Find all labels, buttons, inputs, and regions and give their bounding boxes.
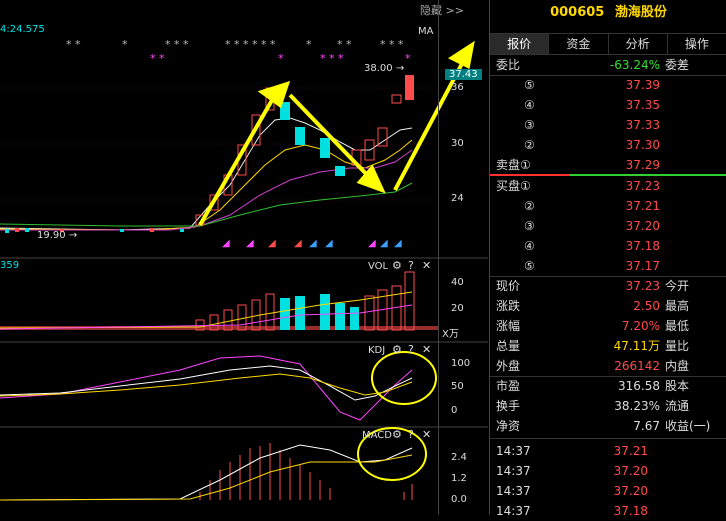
vol-axis-label: 20 [451,303,464,314]
buy-order-row: ⑤ 37.17 [524,259,660,273]
stat-row: 涨跌 2.50 最高 [496,299,690,313]
tab-funds[interactable]: 资金 [549,34,609,54]
svg-text:* *: * * [66,38,81,51]
gear-icon[interactable]: ⚙ [392,428,402,441]
svg-text:◢: ◢ [309,238,317,249]
volume-bars [0,271,438,331]
stock-name: 渤海股份 [614,5,667,20]
svg-text:*: * [122,38,128,51]
kdj-axis-label: 0 [451,405,458,416]
stat-row: 换手 38.23% 流通 [496,399,690,413]
quote-panel: 000605 渤海股份 报价 资金 分析 操作 委比 -63.24% 委差 ⑤ … [489,0,726,518]
sell-order-row: ③ 37.33 [524,118,660,132]
gear-icon[interactable]: ⚙ [392,259,402,272]
svg-text:◢: ◢ [222,238,230,249]
weibi-value: -63.24% [609,58,660,72]
tick-row: 14:37 37.20 [496,484,648,498]
tab-operate[interactable]: 操作 [668,34,726,54]
weibi-row: 委比 -63.24% 委差 [490,55,726,75]
sell-order-row: ⑤ 37.39 [524,78,660,92]
stock-title: 000605 渤海股份 [490,0,726,28]
macd-bars [199,443,413,500]
gear-icon[interactable]: ⚙ [392,343,402,356]
svg-text:◢: ◢ [380,238,388,249]
svg-text:* *: * * [150,52,165,65]
macd-axis-label: 2.4 [451,452,467,463]
vol-left-value: 359 [0,260,20,271]
ma-label: MA [418,26,434,37]
price-marker-label: 38.00 → [364,63,405,74]
svg-text:◢: ◢ [368,238,376,249]
svg-text:* * * * * *: * * * * * * [225,38,276,51]
vol-axis-label: 40 [451,277,464,288]
svg-text:* * *: * * * [165,38,189,51]
y-axis [438,0,489,515]
kdj-axis-label: 100 [451,358,471,369]
vol-panel-title: VOL [368,261,389,272]
weibi-label: 委比 [496,58,521,72]
svg-text:◢: ◢ [246,238,254,249]
stat-row: 市盈 316.58 股本 [496,379,690,393]
buy-order-row: 买盘① 37.23 [496,179,660,193]
chart-area[interactable]: * * * * * * * * * * * * * * * * * * * * … [0,0,488,515]
buy-order-row: ② 37.21 [524,199,660,213]
macd-axis-label: 1.2 [451,473,467,484]
price-axis-label: 24 [451,193,464,204]
svg-text:* *: * * [337,38,352,51]
weibi-tail: 委差 [665,58,690,72]
stat-row: 净资 7.67 收益(一) [496,419,711,433]
stat-row: 外盘 266142 内盘 [496,359,690,373]
sell-order-row: ② 37.30 [524,138,660,152]
stat-row: 总量 47.11万 量比 [496,339,690,353]
svg-text:* * *: * * * [320,52,344,65]
buy-order-row: ③ 37.20 [524,219,660,233]
help-icon[interactable]: ? [408,428,414,441]
tick-row: 14:37 37.20 [496,464,648,478]
tab-quote[interactable]: 报价 [490,34,550,54]
macd-panel-title: MACD [362,430,392,441]
kdj-axis-label: 50 [451,381,464,392]
buy-order-row: ④ 37.18 [524,239,660,253]
sell-order-row: ④ 37.35 [524,98,660,112]
sell-order-row: 卖盘① 37.29 [496,158,660,172]
kdj-panel-title: KDJ [368,345,386,356]
quote-tabs: 报价 资金 分析 操作 [490,33,726,55]
close-icon[interactable]: ✕ [422,259,431,272]
price-axis-label: 30 [451,138,464,149]
close-icon[interactable]: ✕ [422,428,431,441]
tick-row: 14:37 37.18 [496,504,648,518]
svg-text:* * *: * * * [380,38,404,51]
kdj-lines [0,355,413,421]
chart-time: 4:24.575 [0,24,45,35]
vol-unit: X万 [442,329,459,340]
tab-analysis[interactable]: 分析 [609,34,668,54]
tick-row: 14:37 37.21 [496,444,648,458]
svg-text:*: * [306,38,312,51]
kdj-highlight-circle [371,351,437,405]
svg-text:◢: ◢ [394,238,402,249]
help-icon[interactable]: ? [408,343,414,356]
main-candles [195,75,414,226]
stock-code: 000605 [550,5,605,20]
stat-row: 现价 37.23 今开 [496,279,690,293]
macd-axis-label: 0.0 [451,494,467,505]
svg-text:◢: ◢ [325,238,333,249]
help-icon[interactable]: ? [408,259,414,272]
stat-row: 涨幅 7.20% 最低 [496,319,690,333]
svg-text:◢: ◢ [294,238,302,249]
low-price-label: 19.90 → [37,230,78,241]
svg-text:*: * [278,52,284,65]
kline-chart-svg[interactable]: * * * * * * * * * * * * * * * * * * * * … [0,0,488,515]
svg-text:*: * [405,52,411,65]
svg-text:◢: ◢ [268,238,276,249]
price-axis-label: 36 [451,82,464,93]
close-icon[interactable]: ✕ [422,343,431,356]
